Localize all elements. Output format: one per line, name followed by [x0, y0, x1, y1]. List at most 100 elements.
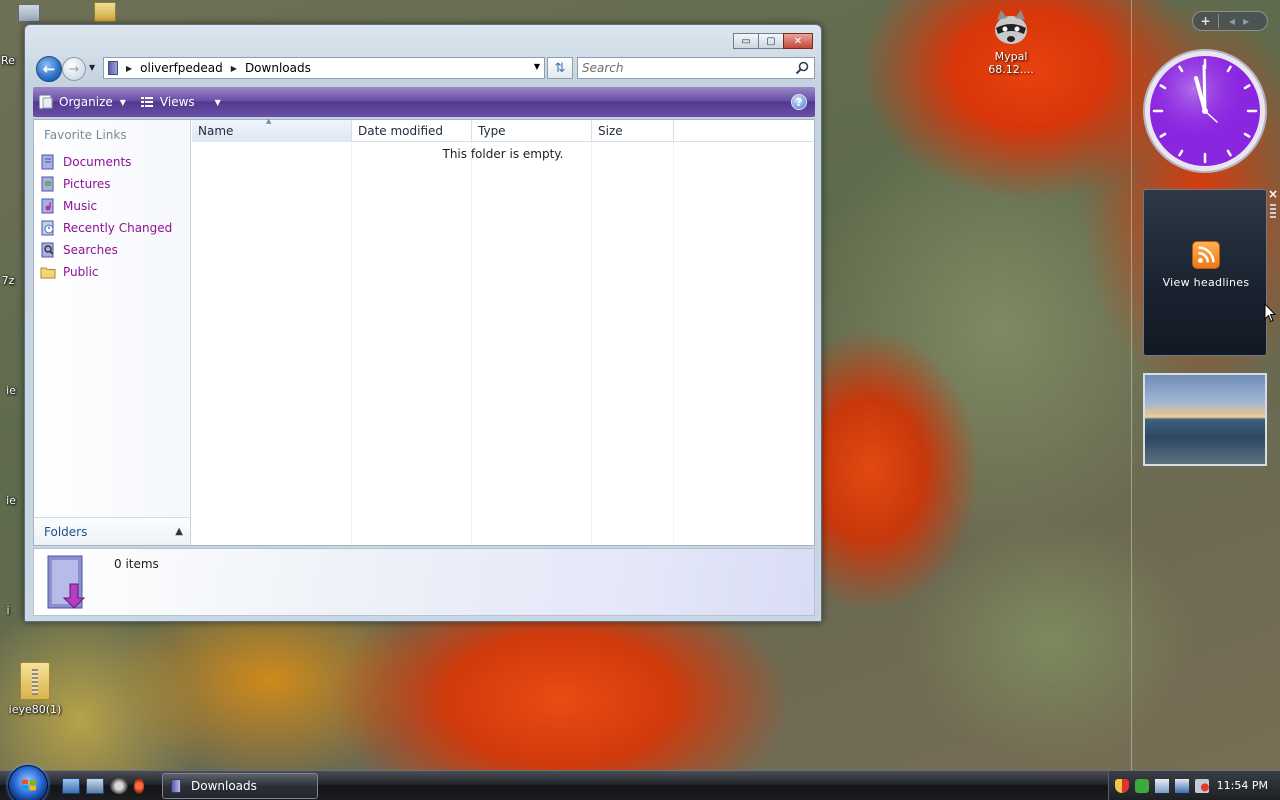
pictures-icon — [41, 176, 54, 192]
location-icon — [108, 61, 118, 75]
desktop-icon-mypal[interactable]: Mypal 68.12.... — [980, 8, 1042, 76]
search-icon[interactable] — [795, 61, 809, 75]
explorer-window[interactable]: ▭ ▢ ✕ ← → ▼ ▶ oliverfpedead ▶ Downloads … — [24, 24, 822, 622]
column-header-size[interactable]: Size — [592, 120, 674, 142]
nav-link-label: Public — [63, 265, 99, 279]
favorite-links-list: Documents Pictures Music Recently Change… — [40, 151, 172, 283]
downloads-folder-icon — [47, 555, 86, 609]
views-menu[interactable]: Views ▼ — [140, 95, 221, 109]
feed-headlines-gadget[interactable]: View headlines — [1143, 189, 1267, 356]
desktop-icon-stub[interactable] — [94, 2, 116, 22]
breadcrumb-user[interactable]: oliverfpedead — [140, 61, 223, 75]
folders-label: Folders — [44, 524, 88, 539]
command-toolbar: Organize ▼ Views ▼ ? — [33, 87, 815, 117]
zip-folder-icon — [20, 662, 50, 700]
caption-buttons: ▭ ▢ ✕ — [733, 33, 813, 49]
nav-link-label: Music — [63, 199, 98, 213]
desktop-icon-label: ieye80(1) — [8, 703, 62, 716]
mypal-sublabel: 68.12.... — [988, 63, 1034, 76]
nav-link-public[interactable]: Public — [40, 261, 172, 283]
chevron-up-icon: ▲ — [175, 526, 183, 537]
navigation-pane: Favorite Links Documents Pictures Music … — [34, 120, 191, 545]
drag-handle-icon[interactable] — [1270, 204, 1276, 218]
search-box[interactable] — [577, 57, 815, 79]
add-gadget-icon[interactable]: + — [1193, 14, 1219, 28]
volume-muted-icon[interactable] — [1195, 779, 1209, 793]
switch-windows-icon[interactable] — [86, 778, 104, 794]
security-shield-icon[interactable] — [1115, 779, 1129, 793]
nav-link-searches[interactable]: Searches — [40, 239, 172, 261]
column-header-type[interactable]: Type — [472, 120, 592, 142]
start-button[interactable] — [8, 765, 48, 800]
column-header-name[interactable]: ▲ Name — [192, 117, 352, 142]
system-tray: 11:54 PM — [1108, 771, 1280, 800]
nav-link-recently-changed[interactable]: Recently Changed — [40, 217, 172, 239]
maximize-button[interactable]: ▢ — [758, 33, 784, 49]
forward-arrow-icon: → — [68, 61, 80, 77]
clock-gadget[interactable] — [1142, 48, 1268, 174]
update-check-icon[interactable] — [1135, 779, 1149, 793]
column-headers: ▲ Name Date modified Type Size — [192, 117, 814, 142]
show-desktop-icon[interactable] — [62, 778, 80, 794]
column-header-label: Size — [598, 124, 623, 138]
search-input[interactable] — [582, 59, 792, 77]
windows-logo-icon — [22, 779, 36, 791]
back-button[interactable]: ← — [36, 56, 62, 82]
mypal-label: Mypal — [994, 50, 1028, 63]
taskbar-button-downloads[interactable]: Downloads — [162, 773, 318, 799]
mouse-pointer-icon — [1264, 303, 1276, 323]
nav-link-music[interactable]: Music — [40, 195, 172, 217]
sort-ascending-icon: ▲ — [266, 117, 272, 125]
breadcrumb-separator-icon[interactable]: ▶ — [126, 64, 132, 73]
nav-link-documents[interactable]: Documents — [40, 151, 172, 173]
nav-link-pictures[interactable]: Pictures — [40, 173, 172, 195]
desktop-icon-ieye80[interactable]: ieye80(1) — [0, 662, 70, 716]
taskbar-button-label: Downloads — [191, 779, 257, 793]
nav-link-label: Pictures — [63, 177, 111, 191]
desktop-icon-stub[interactable] — [18, 4, 40, 22]
mypal-quick-launch-icon[interactable] — [110, 778, 128, 794]
recent-pages-dropdown[interactable]: ▼ — [89, 63, 95, 72]
forward-button[interactable]: → — [62, 57, 86, 81]
breadcrumb-separator-icon[interactable]: ▶ — [231, 64, 237, 73]
raccoon-icon — [995, 10, 1027, 44]
network-icon[interactable] — [1175, 779, 1189, 793]
rss-feed-icon — [1192, 241, 1220, 269]
file-list-pane[interactable]: ▲ Name Date modified Type Size This fold… — [192, 117, 814, 545]
taskbar: Downloads 11:54 PM — [0, 765, 1280, 800]
column-header-label: Date modified — [358, 124, 444, 138]
help-button[interactable]: ? — [791, 94, 807, 110]
empty-folder-message: This folder is empty. — [442, 147, 564, 161]
breadcrumb-downloads[interactable]: Downloads — [245, 61, 311, 75]
searches-icon — [41, 242, 54, 258]
views-label: Views — [159, 95, 195, 109]
column-header-date-modified[interactable]: Date modified — [352, 120, 472, 142]
documents-icon — [41, 154, 54, 170]
minimize-button[interactable]: ▭ — [733, 33, 759, 49]
app-quick-launch-icon[interactable] — [134, 778, 144, 794]
favorite-links-title: Favorite Links — [44, 128, 127, 142]
sidebar-controls[interactable]: + ◀▶ — [1192, 11, 1268, 31]
address-dropdown-icon[interactable]: ▼ — [534, 62, 540, 71]
column-header-label: Type — [478, 124, 506, 138]
view-headlines-label: View headlines — [1162, 276, 1250, 289]
folders-toggle[interactable]: Folders ▲ — [34, 517, 190, 545]
refresh-icon: ⇅ — [554, 60, 566, 76]
nav-link-label: Recently Changed — [63, 221, 173, 235]
slideshow-gadget[interactable] — [1143, 373, 1267, 466]
close-button[interactable]: ✕ — [783, 33, 813, 49]
chevron-down-icon: ▼ — [119, 97, 126, 107]
address-bar[interactable]: ▶ oliverfpedead ▶ Downloads ▼ — [103, 57, 545, 79]
organize-menu[interactable]: Organize ▼ — [39, 95, 126, 109]
gadget-nav-arrows-icon[interactable]: ◀▶ — [1219, 17, 1267, 26]
taskbar-clock[interactable]: 11:54 PM — [1217, 779, 1268, 792]
chevron-down-icon: ▼ — [214, 97, 221, 107]
close-gadget-icon[interactable]: × — [1268, 187, 1278, 201]
refresh-button[interactable]: ⇅ — [547, 57, 573, 79]
windows-defender-icon[interactable] — [1155, 779, 1169, 793]
column-guides — [192, 142, 814, 545]
sidebar-divider — [1131, 0, 1132, 770]
nav-link-label: Searches — [63, 243, 118, 257]
folder-window-icon — [171, 779, 181, 793]
music-icon — [41, 198, 54, 214]
